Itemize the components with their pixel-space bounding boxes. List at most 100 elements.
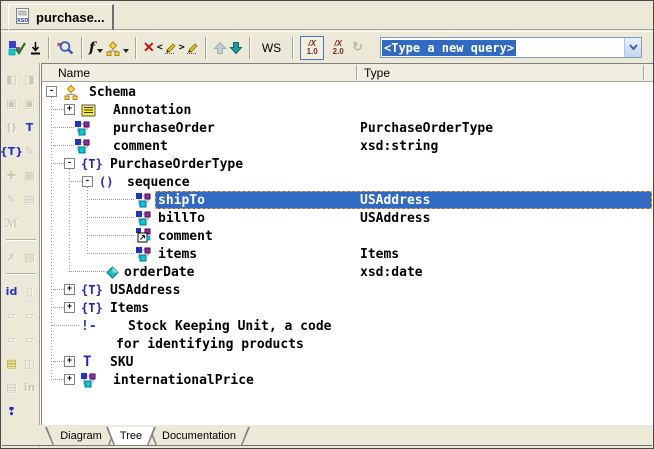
tree-type-value: USAddress [360, 211, 430, 226]
document-tab-bar: XSD purchase... [1, 1, 653, 30]
sidebar-tool-icon: ▱ [3, 329, 20, 349]
schema-tools-sidebar: ◧◨▣▣()T{T}✎✚▦✎▤ℳ ✗▧id▯▱▱▱▱▤◫▤in❢ [1, 63, 41, 447]
sidebar-tool-icon: ◫ [21, 353, 38, 373]
function-menu-button[interactable]: f [89, 36, 103, 60]
sidebar-tool-icon[interactable]: ▤ [3, 353, 20, 373]
sidebar-tool-icon: ▱ [21, 329, 38, 349]
expand-toggle[interactable]: + [64, 356, 75, 367]
expand-toggle[interactable]: + [64, 374, 75, 385]
collapse-toggle[interactable]: - [82, 176, 93, 187]
schema-tree: - Schema + [42, 83, 653, 425]
tree-row-documentation-line2[interactable]: for identifying products [42, 335, 653, 353]
xpath-1-0-toggle[interactable]: /X 1.0 [300, 36, 324, 60]
sidebar-tool-icon: ▦ [21, 165, 38, 185]
sidebar-tool-icon[interactable]: T [21, 117, 38, 137]
validate-button[interactable] [8, 36, 27, 60]
element-icon [74, 120, 90, 136]
toolbar-separator [81, 37, 83, 59]
tree-row-items[interactable]: items Items [42, 245, 653, 263]
tree-label: sequence [127, 175, 190, 190]
mapping-tree-icon [105, 40, 121, 56]
tab-documentation[interactable]: Documentation [148, 427, 250, 446]
expand-toggle[interactable]: + [64, 302, 75, 313]
tree-row-documentation-line1[interactable]: !- Stock Keeping Unit, a code [42, 317, 653, 335]
tree-row-annotation[interactable]: + Annotation [42, 101, 653, 119]
tab-tree-label: Tree [107, 427, 155, 445]
toolbar-separator [48, 37, 50, 59]
sidebar-tool-icon: ◧ [3, 69, 20, 89]
sidebar-tool-icon: ✗ [3, 247, 20, 267]
toolbar-separator [205, 37, 207, 59]
column-divider[interactable] [643, 65, 645, 80]
delete-button[interactable]: ✕ [143, 36, 155, 60]
tree-row-billto[interactable]: billTo USAddress [42, 209, 653, 227]
tree-label: purchaseOrder [113, 121, 215, 136]
tree-row-usaddress[interactable]: + {T} USAddress [42, 281, 653, 299]
element-reference-icon [135, 228, 151, 244]
chevron-down-icon [628, 44, 639, 51]
validate-icon [8, 40, 27, 56]
sidebar-tool-icon: ◨ [21, 69, 38, 89]
tree-label: Stock Keeping Unit, a code [128, 319, 332, 334]
sidebar-tool-icon[interactable]: id [3, 281, 20, 301]
toolbar-separator [249, 37, 251, 59]
element-icon [135, 246, 151, 262]
refresh-button-disabled: ↻ [352, 36, 363, 60]
tree-row-sku[interactable]: + T SKU [42, 353, 653, 371]
ws-button[interactable]: WS [257, 36, 286, 60]
sidebar-tool-icon[interactable]: {T} [3, 141, 20, 161]
xpath-2-0-toggle[interactable]: /X 2.0 [326, 36, 350, 60]
move-down-button[interactable] [229, 36, 243, 60]
column-header-type[interactable]: Type [364, 66, 390, 80]
column-header-name[interactable]: Name [58, 66, 90, 80]
sidebar-tool-icon: ▯ [21, 281, 38, 301]
query-input[interactable]: <Type a new query> [381, 38, 624, 57]
insert-before-button[interactable]: < [157, 36, 177, 60]
tree-row-orderdate[interactable]: orderDate xsd:date [42, 263, 653, 281]
tree-row-sequence[interactable]: - () sequence [42, 173, 653, 191]
document-tab-label: purchase... [36, 10, 105, 25]
query-dropdown-button[interactable] [624, 38, 641, 57]
query-combobox[interactable]: <Type a new query> [380, 37, 642, 58]
sidebar-tool-icon: in [21, 377, 38, 397]
tree-label: shipTo [158, 193, 205, 208]
tree-row-purchaseordertype[interactable]: - {T} PurchaseOrderType [42, 155, 653, 173]
xsd-file-icon: XSD [15, 8, 30, 27]
tree-row-shipto[interactable]: shipTo USAddress [42, 191, 653, 209]
collapse-toggle[interactable]: - [46, 86, 57, 97]
diagram-menu-button[interactable] [105, 36, 129, 60]
preview-button[interactable] [56, 36, 75, 60]
collapse-toggle[interactable]: - [64, 158, 75, 169]
tree-row-internationalprice[interactable]: + internationalPrice [42, 371, 653, 389]
column-divider[interactable] [356, 65, 358, 80]
schema-editor-window: XSD purchase... [0, 0, 654, 449]
tree-label: SKU [110, 355, 133, 370]
tree-row-comment[interactable]: comment xsd:string [42, 137, 653, 155]
tree-row-items-type[interactable]: + {T} Items [42, 299, 653, 317]
complex-type-icon: {T} [81, 299, 103, 317]
tree-row-comment-ref[interactable]: comment [42, 227, 653, 245]
insert-after-button[interactable]: > [179, 36, 199, 60]
sidebar-tool-icon: ▤ [21, 189, 38, 209]
tree-row-purchaseorder[interactable]: purchaseOrder PurchaseOrderType [42, 119, 653, 137]
expand-toggle[interactable]: + [64, 284, 75, 295]
dropdown-arrow-icon [97, 49, 103, 53]
tree-type-value: xsd:date [360, 265, 423, 280]
tree-panel: Name Type - Schema [41, 63, 653, 425]
function-icon: f [89, 40, 95, 56]
expand-toggle[interactable]: + [64, 104, 75, 115]
tree-label: Annotation [113, 103, 191, 118]
tree-type-value: PurchaseOrderType [360, 121, 493, 136]
tree-label: comment [113, 139, 168, 154]
xpath-2-0-label-bottom: 2.0 [333, 48, 344, 56]
attribute-icon [106, 264, 119, 280]
tree-row-schema[interactable]: - Schema [42, 83, 653, 101]
save-result-button[interactable] [29, 36, 42, 60]
document-tab-purchase[interactable]: XSD purchase... [8, 4, 114, 30]
sidebar-tool-icon: ▱ [3, 305, 20, 325]
sidebar-tool-icon[interactable]: ❢ [3, 401, 20, 421]
tree-label: USAddress [110, 283, 180, 298]
tab-tree[interactable]: Tree [106, 427, 156, 446]
schema-icon [63, 84, 79, 100]
pencil-icon [164, 41, 177, 54]
